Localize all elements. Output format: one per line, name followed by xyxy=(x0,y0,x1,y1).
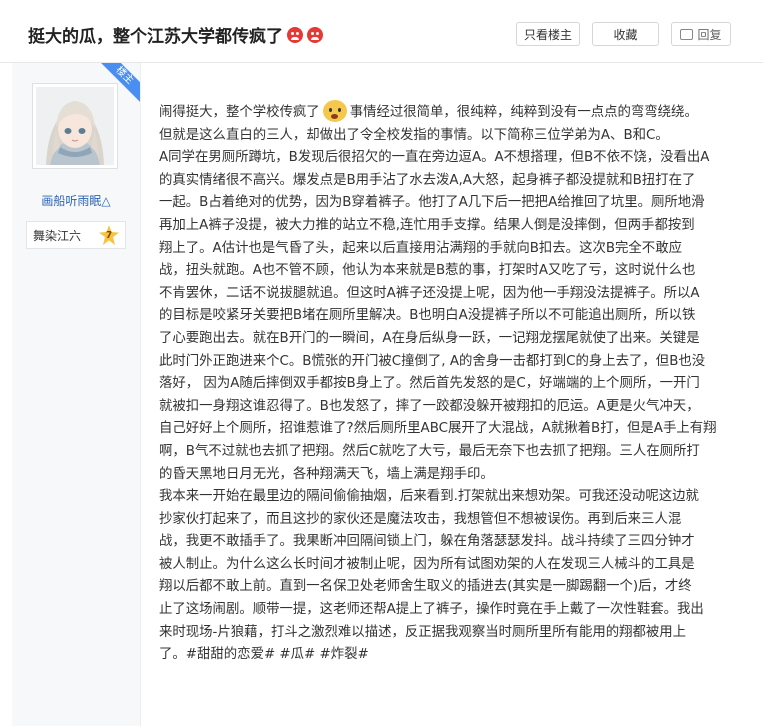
post-line: 了。#甜甜的恋爱# #瓜# #炸裂# xyxy=(159,647,369,663)
avatar-image xyxy=(36,87,114,165)
post-line: 啊，B气不过就也去抓了把翔。然后C就吃了大亏，最后无奈下也去抓了把翔。三人在厕所… xyxy=(159,443,700,459)
post-first-line-after: 事情经过很简单，很纯粹，纯粹到没有一点点的弯弯绕绕。 xyxy=(349,105,698,120)
post-line: 我本来一开始在最里边的隔间偷偷抽烟，后来看到.打架就出来想劝架。可我还没动呢这边… xyxy=(159,489,699,505)
post-line: 自己好好上个厕所，招谁惹谁了?然后厕所里ABC展开了大混战，A就揪着B打，但是A… xyxy=(159,421,717,437)
post-line: 翔以后都不敢上前。直到一名保卫处老师舍生取义的插进去(其实是一脚踢翻一个)后，才… xyxy=(159,579,692,595)
post-line: 落好， 因为A随后摔倒双手都按B身上了。然后首先发怒的是C，好端端的上个厕所，一… xyxy=(159,376,700,392)
post-title-text: 挺大的瓜，整个江苏大学都传疯了 xyxy=(28,27,283,47)
author-username[interactable]: 画船听雨眠△ xyxy=(12,192,140,209)
post-line: 战，我更不敢插手了。我果断冲回隔间锁上门，躲在角落瑟瑟发抖。战斗持续了三四分钟才 xyxy=(159,534,695,550)
shocked-face-icon xyxy=(322,100,347,122)
author-sidebar: 楼主 画船听雨眠△ 舞染江六 7 xyxy=(12,63,141,726)
post-line: 此时门外正跑进来个C。B慌张的开门被C撞倒了, A的舍身一击都打到C的身上去了，… xyxy=(159,353,706,369)
post-title: 挺大的瓜，整个江苏大学都传疯了 xyxy=(28,22,323,47)
post-line: 的真实情绪很不高兴。爆发点是B用手沾了水去泼A,A大怒，起身裤子都没提就和B扭打… xyxy=(159,172,696,188)
post-line: 不肯罢休，二话不说拔腿就追。但这时A裤子还没提上呢，因为他一手翔没法提裤子。所以… xyxy=(159,285,700,301)
post-line: 被人制止。为什么这么长时间才被制止呢，因为所有试图劝架的人在发现三人械斗的工具是 xyxy=(159,556,695,572)
reply-label: 回复 xyxy=(697,27,722,42)
level-name: 舞染江六 xyxy=(33,228,82,243)
avatar[interactable] xyxy=(32,83,118,169)
favorite-button[interactable]: 收藏 xyxy=(592,22,659,46)
post-line: 战，扭头就跑。A也不管不顾，他认为本来就是B惹的事，打架时A又吃了亏，这时说什么… xyxy=(159,263,696,279)
post-line: 再加上A裤子没提，被大力推的站立不稳,连忙用手支撑。结果人倒是没摔倒，但两手都按… xyxy=(159,217,695,233)
post-line: 的昏天黑地日月无光，各种翔满天飞，墙上满是翔手印。 xyxy=(159,466,494,482)
angry-face-icon xyxy=(287,26,303,43)
post-line: 就被扣一身翔这谁忍得了。B也发怒了，摔了一跤都没躲开被翔扣的厄运。A更是火气冲天… xyxy=(159,398,700,414)
post-line: 抄家伙打起来了，而且这抄的家伙还是魔法攻击，我想管但不想被误伤。再到后来三人混 xyxy=(159,511,682,527)
post-content: 闹得挺大，整个学校传疯了 事情经过很简单，很纯粹，纯粹到没有一点点的弯弯绕绕。 但… xyxy=(159,100,744,667)
reply-button[interactable]: 回复 xyxy=(671,22,731,46)
level-star-icon: 7 xyxy=(99,225,119,245)
angry-face-icon xyxy=(307,26,323,43)
post-line: 了心要跑出去。就在B开门的一瞬间，A在身后纵身一跃，一记翔龙摆尾就使了出来。关键… xyxy=(159,330,700,346)
post-line: 的目标是咬紧牙关要把B堵在厕所里解决。B也明白A没提裤子所以不可能追出厕所，所以… xyxy=(159,308,696,324)
post-line: 来时现场-片狼藉，打斗之激烈难以描述，反正据我观察当时厕所里所有能用的翔都被用上 xyxy=(159,624,687,640)
post-line: A同学在男厕所蹲坑，B发现后很招欠的一直在旁边逗A。A不想搭理，但B不依不饶，没… xyxy=(159,150,710,166)
post-line: 但就是这么直白的三人，却做出了令全校发指的事情。以下简称三位学弟为A、B和C。 xyxy=(159,127,669,143)
level-box: 舞染江六 7 xyxy=(26,221,126,249)
only-host-button[interactable]: 只看楼主 xyxy=(516,22,580,46)
post-line: 闹得挺大，整个学校传疯了 事情经过很简单，很纯粹，纯粹到没有一点点的弯弯绕绕。 xyxy=(159,100,744,125)
post-header: 挺大的瓜，整个江苏大学都传疯了 只看楼主 收藏 回复 xyxy=(0,0,763,63)
post-line: 一起。B占着绝对的优势，因为B穿着裤子。他打了A几下后一把把A给推回了坑里。厕所… xyxy=(159,195,705,211)
post-line: 翔上了。A估计也是气昏了头，起来以后直接用沾满翔的手就向B扣去。这次B完全不敢应 xyxy=(159,240,682,256)
post-first-line-before: 闹得挺大，整个学校传疯了 xyxy=(159,105,320,120)
reply-icon xyxy=(680,28,694,40)
post-line: 止了这场闹剧。顺带一提，这老师还帮A提上了裤子，操作时竟在手上戴了一次性鞋套。我… xyxy=(159,602,704,618)
